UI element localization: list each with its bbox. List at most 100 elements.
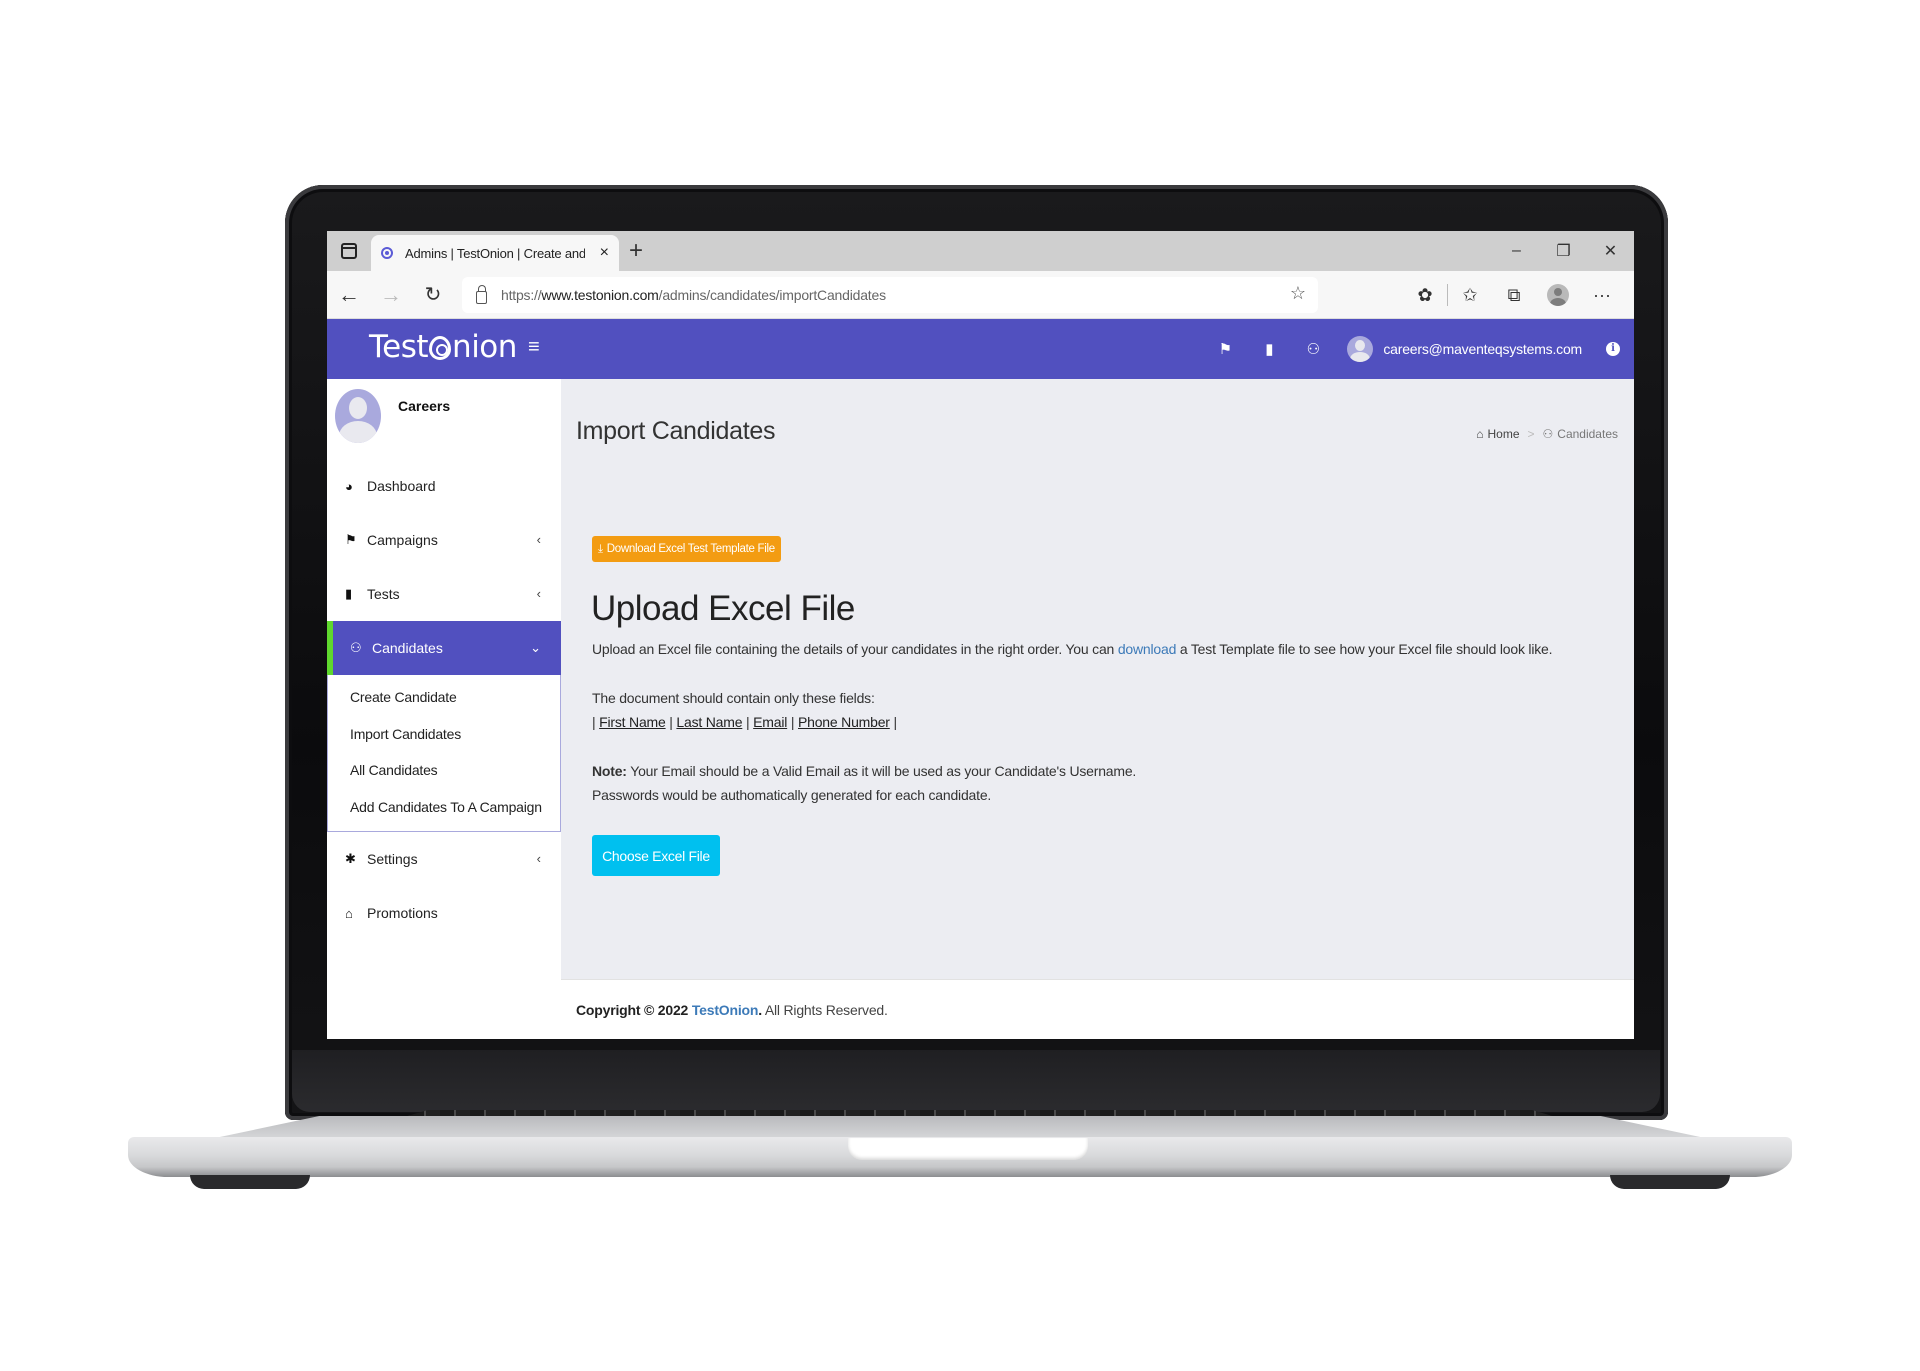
note-label: Note: [592,763,627,779]
tab-actions-icon[interactable] [341,243,357,259]
sidebar-item-promotions[interactable]: ⌂ Promotions [327,886,561,940]
candidates-submenu: Create Candidate Import Candidates All C… [327,675,561,832]
sidebar-item-label: Dashboard [367,478,436,494]
back-button[interactable]: ← [335,281,363,309]
sidebar-toggle-icon[interactable]: ≡ [528,336,540,359]
upload-heading: Upload Excel File [591,589,855,628]
download-link[interactable]: download [1118,641,1177,657]
footer-rights: All Rights Reserved. [761,1002,888,1018]
browser-toolbar-icons: ✿ ✩ ⧉ ··· [1403,271,1624,319]
laptop-deck [215,1116,1705,1138]
close-window-button[interactable]: ✕ [1587,231,1634,271]
favorites-icon[interactable]: ✩ [1448,285,1492,306]
footer: Copyright © 2022 TestOnion. All Rights R… [561,979,1634,1039]
submenu-item-import-candidates[interactable]: Import Candidates [328,716,560,753]
sidebar-item-dashboard[interactable]: ◕ Dashboard [327,459,561,513]
chevron-down-icon: ⌄ [530,640,541,655]
user-avatar[interactable] [1347,336,1374,362]
submenu-item-create-candidate[interactable]: Create Candidate [328,679,560,716]
field-email: Email [753,714,788,730]
lock-icon[interactable] [476,285,487,304]
breadcrumb: ⌂ Home > ⚇ Candidates [1476,427,1618,441]
footer-brand-link[interactable]: TestOnion [692,1002,759,1018]
users-icon[interactable]: ⚇ [1291,340,1335,358]
home-icon: ⌂ [1476,427,1484,441]
url-scheme: https:// [501,287,542,303]
upload-instructions: Upload an Excel file containing the deta… [592,637,1553,661]
submenu-item-all-candidates[interactable]: All Candidates [328,752,560,789]
url-path: /admins/candidates/importCandidates [658,287,886,303]
browser-tab-bar: Admins | TestOnion | Create and × + – ❐ … [327,231,1634,271]
bullhorn-icon: ⚑ [345,532,357,547]
restore-button[interactable]: ❐ [1540,231,1587,271]
sidebar-item-candidates[interactable]: ⚇ Candidates ⌄ [327,621,561,675]
sidebar-user-name: Careers [398,398,451,414]
field-last-name: Last Name [676,714,743,730]
note-text: Your Email should be a Valid Email as it… [626,763,1137,779]
sidebar-item-label: Campaigns [367,532,438,548]
chevron-left-icon: ‹ [536,532,541,547]
fields-heading: The document should contain only these f… [592,690,875,706]
candidates-submenu-wrapper: Create Candidate Import Candidates All C… [327,675,561,832]
breadcrumb-separator: > [1527,427,1535,441]
submenu-item-add-candidates-to-campaign[interactable]: Add Candidates To A Campaign [328,789,560,826]
sidebar-item-label: Candidates [372,640,443,656]
gear-icon: ✱ [345,851,356,866]
favicon-icon [381,247,393,259]
collections-icon[interactable]: ⧉ [1492,285,1536,306]
minimize-button[interactable]: – [1493,231,1540,271]
info-icon[interactable]: i [1606,342,1620,356]
breadcrumb-home-link[interactable]: Home [1487,427,1519,441]
new-tab-button[interactable]: + [629,237,643,265]
laptop-foot-left [190,1175,310,1189]
copyright-label: Copyright © 2022 [576,1002,689,1018]
sidebar-item-campaigns[interactable]: ⚑ Campaigns ‹ [327,513,561,567]
tab-close-icon[interactable]: × [600,244,609,262]
add-favorite-icon[interactable]: ☆ [1290,283,1306,304]
profile-icon[interactable] [1547,284,1569,306]
tab-title: Admins | TestOnion | Create and [405,245,585,261]
page-title: Import Candidates [576,417,776,445]
sidebar-item-label: Settings [367,851,418,867]
browser-tab-active[interactable]: Admins | TestOnion | Create and × [371,235,619,271]
url-host: www.testonion.com [541,287,659,303]
main-content: Import Candidates ⌂ Home > ⚇ Candidates … [561,379,1634,979]
window-controls: – ❐ ✕ [1493,231,1634,271]
laptop-foot-right [1610,1175,1730,1189]
download-template-button[interactable]: ⤓ Download Excel Test Template File [592,536,781,562]
sidebar-item-tests[interactable]: ▮ Tests ‹ [327,567,561,621]
download-icon: ⤓ [598,542,603,555]
extensions-icon[interactable]: ✿ [1403,285,1447,306]
more-icon[interactable]: ··· [1580,285,1624,306]
testonion-logo[interactable]: Test nion [369,329,517,365]
required-fields-list: | First Name | Last Name | Email | Phone… [592,714,897,730]
logo-text-prefix: Test [369,329,429,365]
users-icon: ⚇ [350,640,362,655]
url-text[interactable]: https://www.testonion.com/admins/candida… [501,287,886,303]
header-nav: ⚑ ▮ ⚇ careers@maventeqsystems.com i [1203,319,1620,379]
forward-button[interactable]: → [377,281,405,309]
sidebar-item-label: Tests [367,586,400,602]
bullhorn-icon[interactable]: ⚑ [1203,340,1247,358]
reload-button[interactable]: ↻ [419,281,447,309]
password-note: Passwords would be authomatically genera… [592,787,992,803]
field-first-name: First Name [599,714,666,730]
sidebar-item-label: Promotions [367,905,438,921]
choose-excel-file-button[interactable]: Choose Excel File [592,835,720,876]
user-email[interactable]: careers@maventeqsystems.com [1383,341,1582,357]
sidebar-item-settings[interactable]: ✱ Settings ‹ [327,832,561,886]
dashboard-icon: ◕ [345,478,353,494]
browser-toolbar: ← → ↻ https://www.testonion.com/admins/c… [327,271,1634,319]
onion-logo-icon [429,336,452,360]
laptop-lid-notch [848,1138,1088,1160]
email-note: Note: Your Email should be a Valid Email… [592,759,1136,783]
address-bar[interactable]: https://www.testonion.com/admins/candida… [462,277,1318,313]
chevron-left-icon: ‹ [536,851,541,866]
copyright-text: Copyright © 2022 TestOnion. All Rights R… [576,1002,888,1018]
sidebar: Careers ◕ Dashboard ⚑ Campaigns ‹ ▮ Test… [327,379,561,1039]
sidebar-menu: ◕ Dashboard ⚑ Campaigns ‹ ▮ Tests ‹ ⚇ Ca… [327,459,561,940]
user-panel: Careers [327,379,561,459]
laptop-screen: Admins | TestOnion | Create and × + – ❐ … [327,231,1634,1039]
breadcrumb-current: Candidates [1557,427,1618,441]
book-icon[interactable]: ▮ [1247,340,1291,358]
